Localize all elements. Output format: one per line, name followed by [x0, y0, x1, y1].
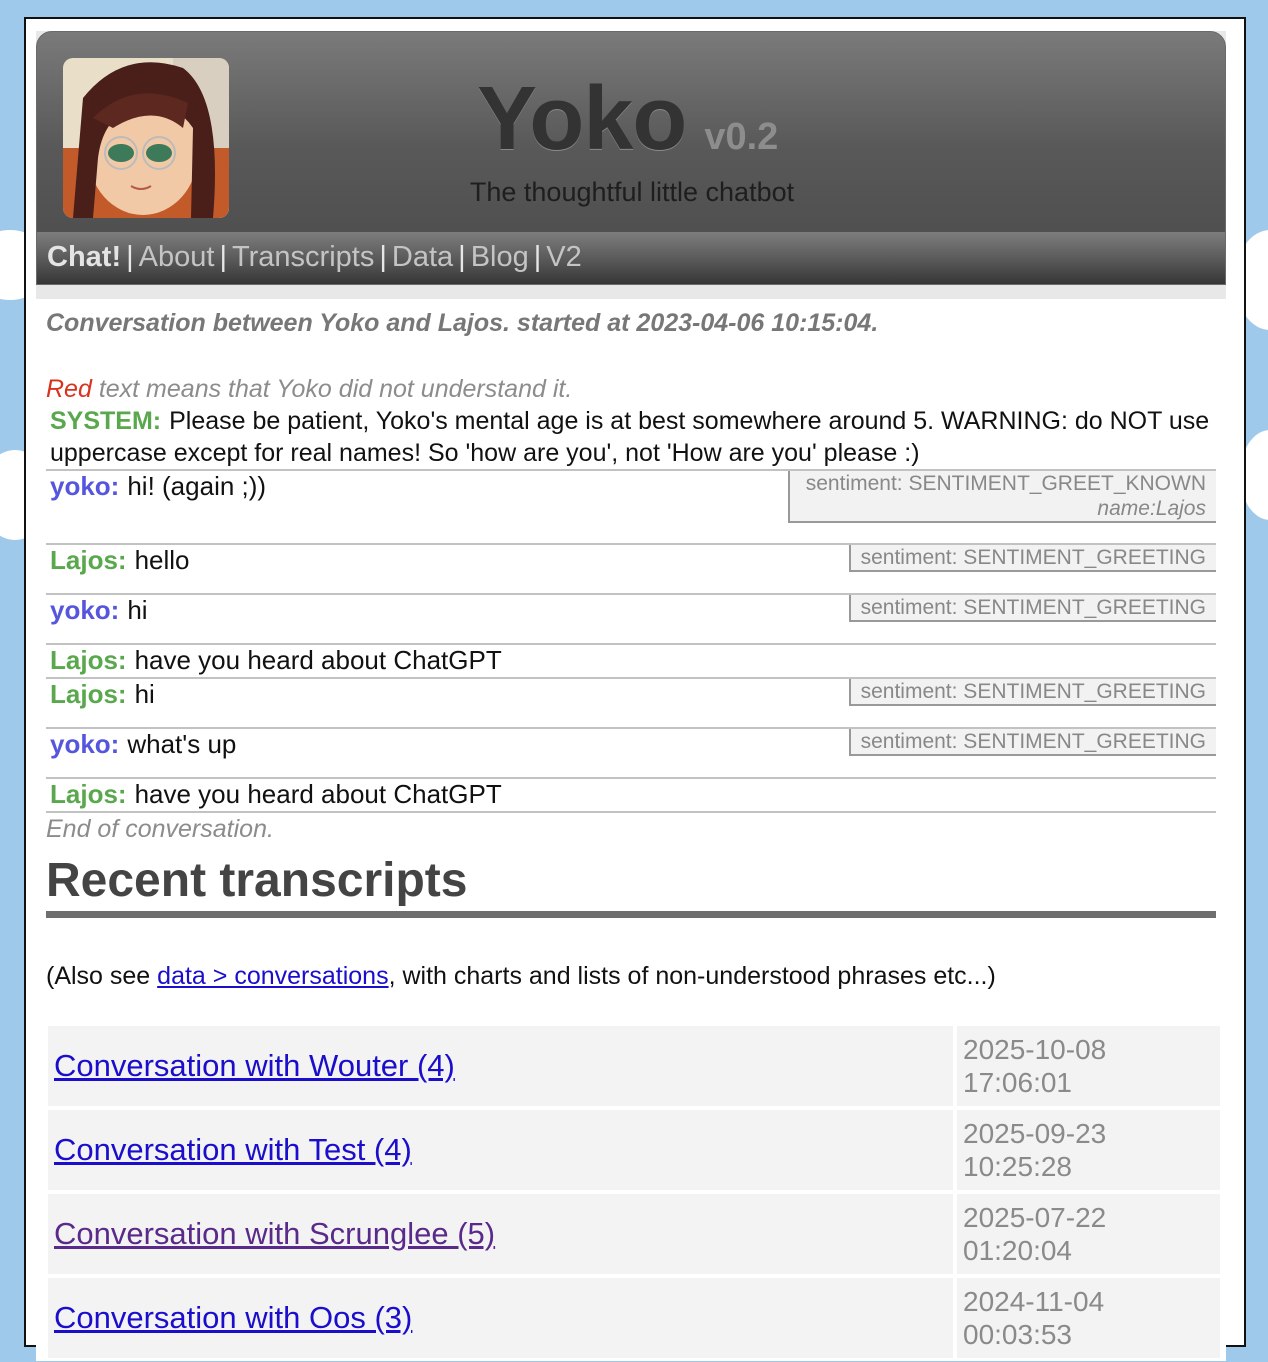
nav-chat[interactable]: Chat! — [47, 241, 121, 273]
message-text: hi — [134, 679, 155, 709]
site-tagline: The thoughtful little chatbot — [469, 177, 795, 207]
transcript-link[interactable]: Conversation with Oos (3) — [54, 1300, 412, 1335]
table-row: Conversation with Test (4) 2025-09-23 10:… — [48, 1110, 1220, 1190]
main-content: Conversation between Yoko and Lajos. sta… — [36, 299, 1226, 1361]
sentiment-label: sentiment: SENTIMENT_GREETING — [860, 546, 1206, 569]
message-text: hi — [127, 595, 148, 625]
nav-data[interactable]: Data — [392, 241, 453, 273]
transcript-link[interactable]: Conversation with Test (4) — [54, 1132, 412, 1167]
chat-message: Lajos: hi sentiment: SENTIMENT_GREETING — [46, 677, 1216, 727]
speaker-name: Lajos: — [50, 779, 127, 809]
nav-blog[interactable]: Blog — [471, 241, 529, 273]
sentiment-label: sentiment: SENTIMENT_GREET_KNOWN — [805, 472, 1206, 495]
site-title: Yoko v0.2 — [477, 68, 779, 169]
sentiment-badge: sentiment: SENTIMENT_GREET_KNOWN name:La… — [788, 471, 1216, 523]
chat-message: yoko: hi sentiment: SENTIMENT_GREETING — [46, 593, 1216, 643]
legend-note: Red text means that Yoko did not underst… — [46, 373, 1216, 405]
time-text: 00:03:53 — [963, 1319, 1072, 1350]
transcript-cell: Conversation with Test (4) — [48, 1110, 953, 1190]
nav-separator: | — [379, 241, 387, 273]
speaker-name: Lajos: — [50, 645, 127, 675]
time-text: 10:25:28 — [963, 1151, 1072, 1182]
table-row: Conversation with Wouter (4) 2025-10-08 1… — [48, 1026, 1220, 1106]
nav-v2[interactable]: V2 — [546, 241, 581, 273]
table-row: Conversation with Scrunglee (5) 2025-07-… — [48, 1194, 1220, 1274]
system-text: Please be patient, Yoko's mental age is … — [50, 407, 1210, 467]
chat-message: yoko: what's up sentiment: SENTIMENT_GREE… — [46, 727, 1216, 777]
transcript-cell: Conversation with Oos (3) — [48, 1278, 953, 1358]
transcript-date: 2025-09-23 10:25:28 — [957, 1110, 1220, 1190]
also-prefix: (Also see — [46, 962, 158, 990]
sentiment-badge: sentiment: SENTIMENT_GREETING — [848, 595, 1216, 622]
data-conversations-link[interactable]: data > conversations — [157, 962, 388, 990]
site-header: Yoko v0.2 The thoughtful little chatbot C… — [36, 31, 1226, 285]
transcript-date: 2025-07-22 01:20:04 — [957, 1194, 1220, 1274]
chat-message: Lajos: have you heard about ChatGPT — [46, 777, 1216, 811]
sentiment-badge: sentiment: SENTIMENT_GREETING — [848, 545, 1216, 572]
transcript-link[interactable]: Conversation with Wouter (4) — [54, 1048, 455, 1083]
speaker-name: yoko: — [50, 471, 120, 501]
nav-transcripts[interactable]: Transcripts — [232, 241, 374, 273]
main-nav: Chat! | About | Transcripts | Data | Blog | V2 — [37, 232, 1225, 284]
message-text: hello — [134, 545, 190, 575]
transcript-link[interactable]: Conversation with Scrunglee (5) — [54, 1216, 495, 1251]
date-text: 2025-07-22 — [963, 1202, 1107, 1233]
date-text: 2025-09-23 — [963, 1118, 1107, 1149]
time-text: 01:20:04 — [963, 1235, 1072, 1266]
nav-about[interactable]: About — [139, 241, 215, 273]
table-row: Conversation with Oos (3) 2024-11-04 00:0… — [48, 1278, 1220, 1358]
transcript-cell: Conversation with Scrunglee (5) — [48, 1194, 953, 1274]
sentiment-badge: sentiment: SENTIMENT_GREETING — [848, 679, 1216, 706]
version-label: v0.2 — [704, 116, 779, 158]
conversation-title: Conversation between Yoko and Lajos. sta… — [46, 309, 879, 337]
sentiment-extra: name:Lajos — [1097, 497, 1206, 520]
date-text: 2025-10-08 — [963, 1034, 1107, 1065]
speaker-name: yoko: — [50, 729, 120, 759]
time-text: 17:06:01 — [963, 1067, 1072, 1098]
legend-text: text means that Yoko did not understand … — [91, 375, 573, 403]
speaker-name: Lajos: — [50, 545, 127, 575]
transcript-date: 2024-11-04 00:03:53 — [957, 1278, 1220, 1358]
nav-separator: | — [126, 241, 134, 273]
system-message: SYSTEM: Please be patient, Yoko's mental … — [46, 405, 1216, 469]
transcript-date: 2025-10-08 17:06:01 — [957, 1026, 1220, 1106]
transcript-cell: Conversation with Wouter (4) — [48, 1026, 953, 1106]
sentiment-label: sentiment: SENTIMENT_GREETING — [860, 730, 1206, 753]
page-frame: Yoko v0.2 The thoughtful little chatbot C… — [24, 17, 1246, 1361]
message-text: what's up — [127, 729, 237, 759]
message-text: have you heard about ChatGPT — [134, 645, 502, 675]
date-text: 2024-11-04 — [963, 1286, 1105, 1317]
also-see-note: (Also see data > conversations, with cha… — [46, 960, 1216, 992]
nav-separator: | — [219, 241, 227, 273]
sentiment-badge: sentiment: SENTIMENT_GREETING — [848, 729, 1216, 756]
system-speaker: SYSTEM: — [50, 407, 162, 435]
speaker-name: yoko: — [50, 595, 120, 625]
chat-message: Lajos: have you heard about ChatGPT — [46, 643, 1216, 677]
nav-separator: | — [533, 241, 542, 273]
also-suffix: , with charts and lists of non-understoo… — [388, 962, 996, 990]
page-inner: Yoko v0.2 The thoughtful little chatbot C… — [36, 31, 1226, 1361]
end-of-conversation: End of conversation. — [46, 811, 1216, 845]
legend-red-word: Red — [46, 375, 92, 403]
chat-message: yoko: hi! (again ;)) sentiment: SENTIMENT… — [46, 469, 1216, 543]
sentiment-label: sentiment: SENTIMENT_GREETING — [860, 596, 1206, 619]
message-text: hi! (again ;)) — [127, 471, 267, 501]
transcripts-table: Conversation with Wouter (4) 2025-10-08 1… — [44, 1022, 1224, 1362]
nav-separator: | — [458, 241, 466, 273]
message-text: have you heard about ChatGPT — [134, 779, 502, 809]
title-text: Yoko — [477, 69, 687, 169]
sentiment-label: sentiment: SENTIMENT_GREETING — [860, 680, 1206, 703]
speaker-name: Lajos: — [50, 679, 127, 709]
recent-transcripts-heading: Recent transcripts — [46, 853, 1216, 918]
chat-message: Lajos: hello sentiment: SENTIMENT_GREETIN… — [46, 543, 1216, 593]
